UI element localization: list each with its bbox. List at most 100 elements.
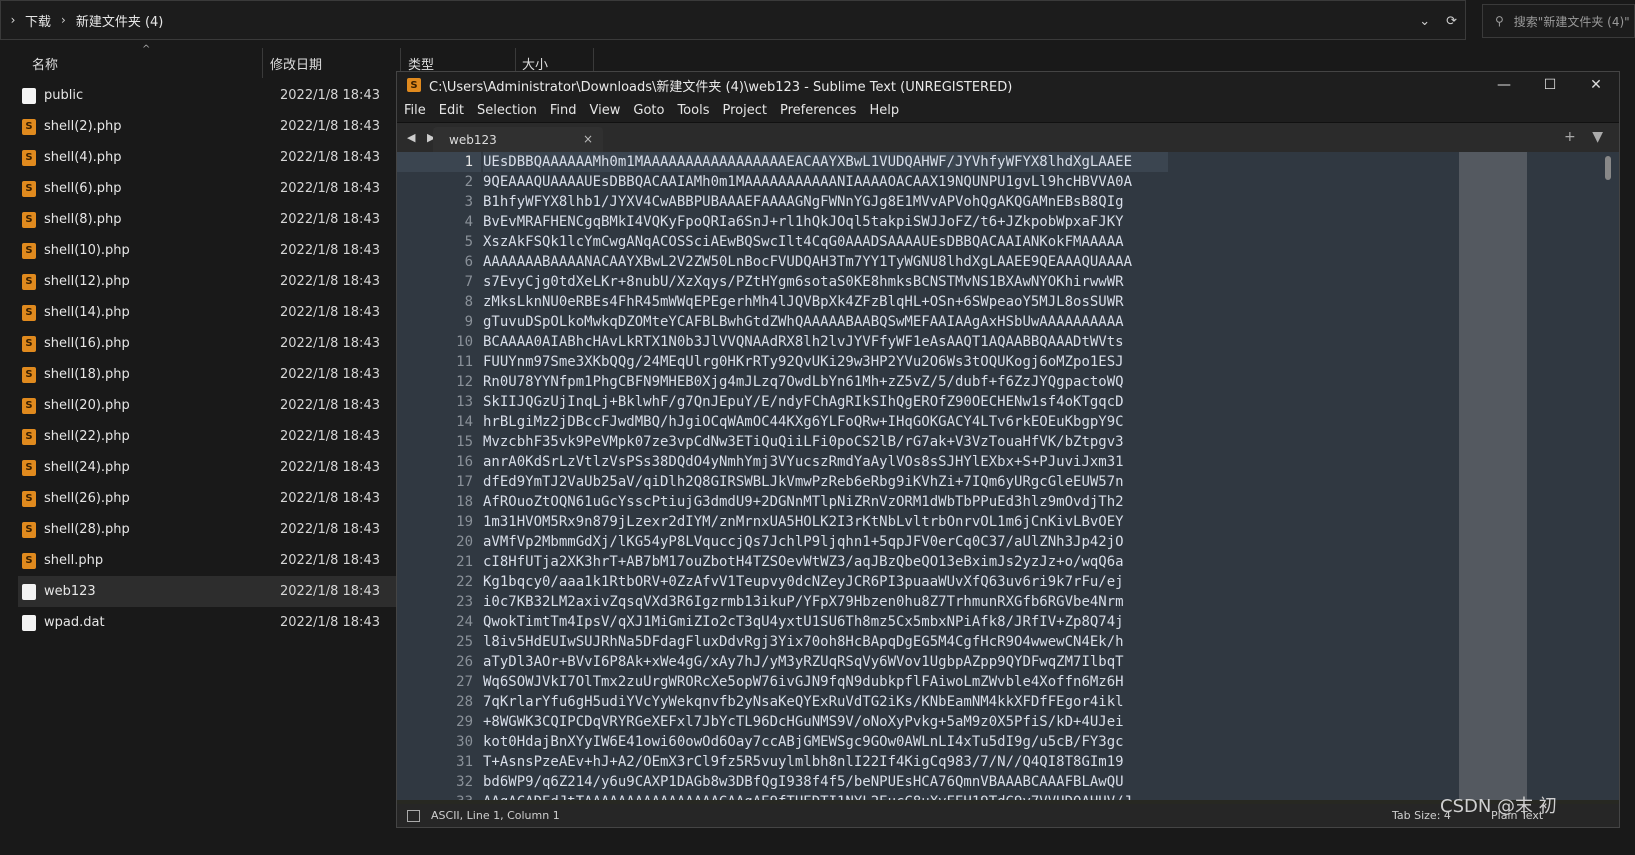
code-line: AAAAAAABAAAANACAAYXBwL2V2ZW50LnBocFVUDQA… bbox=[483, 254, 1133, 270]
line-number: 3 bbox=[464, 194, 473, 210]
file-name: wpad.dat bbox=[44, 615, 105, 630]
file-row[interactable]: Sshell(22).php 2022/1/8 18:43 bbox=[18, 421, 398, 452]
sublime-window: S C:\Users\Administrator\Downloads\新建文件夹… bbox=[396, 71, 1620, 828]
file-row[interactable]: Sshell(20).php 2022/1/8 18:43 bbox=[18, 390, 398, 421]
code-line: aVMfVp2MbmmGdXj/lKG54yP8LVquccjQs7JchlP9… bbox=[483, 534, 1124, 550]
file-name: shell(16).php bbox=[44, 336, 130, 351]
menu-bar: File Edit Selection Find View Goto Tools Projec… bbox=[397, 98, 1619, 123]
code-line: BvEvMRAFHENCgqBMkI4VQKyFpoQRIa6SnJ+rl1hQ… bbox=[483, 214, 1124, 230]
file-row[interactable]: Sshell(12).php 2022/1/8 18:43 bbox=[18, 266, 398, 297]
tab-bar: ◀ ▶ web123 × + ▼ bbox=[397, 123, 1619, 153]
sublime-file-icon: S bbox=[22, 211, 36, 228]
editor-area[interactable]: 1 2 3 4 5 6 7 8 9 10 11 12 13 14 15 16 17 18 19 20 21 22 23 24 2… bbox=[397, 152, 1619, 800]
line-number: 30 bbox=[456, 734, 473, 750]
code-line: +8WGWK3CQIPCDqVRYRGeXEFxl7JbYcTL96DcHGuN… bbox=[483, 714, 1124, 730]
breadcrumb-separator-icon: › bbox=[61, 13, 66, 27]
menu-item-find[interactable]: Find bbox=[550, 103, 577, 118]
file-date: 2022/1/8 18:43 bbox=[280, 522, 380, 537]
file-date: 2022/1/8 18:43 bbox=[280, 274, 380, 289]
line-number: 4 bbox=[464, 214, 473, 230]
title-bar[interactable]: S C:\Users\Administrator\Downloads\新建文件夹… bbox=[397, 72, 1619, 98]
file-date: 2022/1/8 18:43 bbox=[280, 615, 380, 630]
sublime-file-icon: S bbox=[22, 149, 36, 166]
file-row[interactable]: Sshell(24).php 2022/1/8 18:43 bbox=[18, 452, 398, 483]
line-number: 33 bbox=[397, 792, 481, 800]
tab-close-icon[interactable]: × bbox=[583, 132, 593, 146]
sort-up-icon: ^ bbox=[142, 44, 151, 55]
file-name: public bbox=[44, 88, 84, 103]
search-input[interactable]: ⚲ 搜索"新建文件夹 (4)" bbox=[1482, 4, 1635, 38]
menu-item-tools[interactable]: Tools bbox=[677, 103, 709, 118]
vertical-scrollbar[interactable] bbox=[1605, 156, 1611, 180]
file-row[interactable]: Sshell(26).php 2022/1/8 18:43 bbox=[18, 483, 398, 514]
refresh-icon[interactable]: ⟳ bbox=[1446, 14, 1457, 29]
menu-item-view[interactable]: View bbox=[590, 103, 621, 118]
menu-item-file[interactable]: File bbox=[404, 103, 426, 118]
menu-item-edit[interactable]: Edit bbox=[439, 103, 464, 118]
code-line: gTuvuDSpOLkoMwkqDZOMteYCAFBLBwhGtdZWhQAA… bbox=[483, 314, 1124, 330]
file-row[interactable]: web123 2022/1/8 18:43 bbox=[18, 576, 398, 607]
file-row[interactable]: Sshell(10).php 2022/1/8 18:43 bbox=[18, 235, 398, 266]
sublime-file-icon: S bbox=[22, 490, 36, 507]
maximize-button[interactable]: ☐ bbox=[1527, 72, 1573, 98]
file-row[interactable]: Sshell(16).php 2022/1/8 18:43 bbox=[18, 328, 398, 359]
breadcrumb-downloads[interactable]: 下载 bbox=[25, 11, 51, 30]
file-date: 2022/1/8 18:43 bbox=[280, 553, 380, 568]
tab-label: web123 bbox=[449, 133, 497, 147]
path-chevron-icon[interactable]: › bbox=[5, 13, 21, 27]
chevron-down-icon[interactable]: ⌄ bbox=[1419, 14, 1430, 29]
panel-toggle-icon[interactable] bbox=[407, 810, 420, 822]
menu-item-help[interactable]: Help bbox=[869, 103, 899, 118]
file-row[interactable]: Sshell(28).php 2022/1/8 18:43 bbox=[18, 514, 398, 545]
close-button[interactable]: ✕ bbox=[1573, 72, 1619, 98]
code-line: FUUYnm97Sme3XKbQQg/24MEqUlrg0HKrRTy92QvU… bbox=[483, 354, 1124, 370]
sublime-file-icon: S bbox=[22, 552, 36, 569]
file-row[interactable]: wpad.dat 2022/1/8 18:43 bbox=[18, 607, 398, 638]
file-row[interactable]: Sshell(4).php 2022/1/8 18:43 bbox=[18, 142, 398, 173]
menu-item-selection[interactable]: Selection bbox=[477, 103, 537, 118]
file-row[interactable]: Sshell.php 2022/1/8 18:43 bbox=[18, 545, 398, 576]
minimap[interactable] bbox=[1459, 152, 1527, 800]
window-title: C:\Users\Administrator\Downloads\新建文件夹 (… bbox=[429, 79, 1013, 95]
code-line: XszAkFSQk1lcYmCwgANqACOSSciAEwBQSwcIlt4C… bbox=[483, 234, 1124, 250]
line-number: 7 bbox=[464, 274, 473, 290]
file-date: 2022/1/8 18:43 bbox=[280, 584, 380, 599]
tab-actions-icon[interactable]: + ▼ bbox=[1564, 129, 1609, 145]
sublime-file-icon: S bbox=[22, 397, 36, 414]
file-row[interactable]: Sshell(6).php 2022/1/8 18:43 bbox=[18, 173, 398, 204]
code-line: Kg1bqcy0/aaa1k1RtbORV+0ZzAfvV1Teupvy0dcN… bbox=[483, 574, 1124, 590]
file-date: 2022/1/8 18:43 bbox=[280, 181, 380, 196]
tab-web123[interactable]: web123 × bbox=[433, 127, 603, 153]
code-line: kot0HdajBnXYyIW6E41owi60owOd6Oay7ccABjGM… bbox=[483, 734, 1124, 750]
breadcrumb-folder[interactable]: 新建文件夹 (4) bbox=[76, 11, 164, 30]
line-number-gutter: 1 2 3 4 5 6 7 8 9 10 11 12 13 14 15 16 17 18 19 20 21 22 23 24 2… bbox=[397, 152, 481, 800]
file-row[interactable]: Sshell(8).php 2022/1/8 18:43 bbox=[18, 204, 398, 235]
code-text[interactable]: UEsDBBQAAAAAAMh0m1MAAAAAAAAAAAAAAAAAEACA… bbox=[483, 152, 1168, 800]
minimize-button[interactable]: — bbox=[1481, 72, 1527, 98]
file-name: shell(6).php bbox=[44, 181, 122, 196]
file-name: shell(14).php bbox=[44, 305, 130, 320]
file-row[interactable]: public 2022/1/8 18:43 bbox=[18, 80, 398, 111]
code-line: aTyDl3AOr+BVvI6P8Ak+xWe4gG/xAy7hJ/yM3yRZ… bbox=[483, 654, 1124, 670]
column-header-name[interactable]: 名称 bbox=[32, 54, 58, 73]
file-row[interactable]: Sshell(14).php 2022/1/8 18:43 bbox=[18, 297, 398, 328]
menu-item-project[interactable]: Project bbox=[722, 103, 766, 118]
code-line: UEsDBBQAAAAAAMh0m1MAAAAAAAAAAAAAAAAAEACA… bbox=[483, 152, 1168, 172]
line-number: 31 bbox=[456, 754, 473, 770]
line-number: 32 bbox=[456, 774, 473, 790]
file-row[interactable]: Sshell(18).php 2022/1/8 18:43 bbox=[18, 359, 398, 390]
menu-item-preferences[interactable]: Preferences bbox=[780, 103, 856, 118]
menu-item-goto[interactable]: Goto bbox=[633, 103, 664, 118]
file-name: shell(8).php bbox=[44, 212, 122, 227]
status-position[interactable]: ASCII, Line 1, Column 1 bbox=[431, 809, 560, 822]
file-name: shell(28).php bbox=[44, 522, 130, 537]
line-number: 21 bbox=[456, 554, 473, 570]
line-number: 17 bbox=[456, 474, 473, 490]
code-line: 9QEAAAQUAAAAUEsDBBQACAAIAMh0m1MAAAAAAAAA… bbox=[483, 174, 1133, 190]
file-date: 2022/1/8 18:43 bbox=[280, 119, 380, 134]
file-row[interactable]: Sshell(2).php 2022/1/8 18:43 bbox=[18, 111, 398, 142]
column-header-modified[interactable]: 修改日期 bbox=[270, 54, 322, 73]
address-bar[interactable]: › 下载 › 新建文件夹 (4) ⌄ ⟳ bbox=[0, 0, 1466, 40]
search-placeholder: 搜索"新建文件夹 (4)" bbox=[1513, 14, 1630, 29]
column-divider[interactable] bbox=[262, 48, 263, 78]
